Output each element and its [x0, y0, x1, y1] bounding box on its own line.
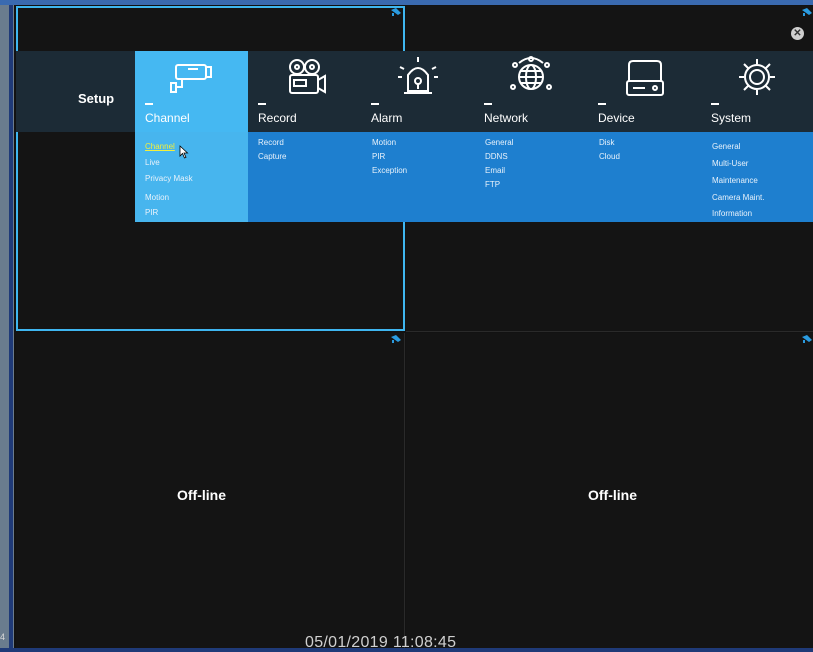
- submenu-item-cloud[interactable]: Cloud: [599, 152, 620, 161]
- submenu-item-channel[interactable]: Channel: [145, 142, 175, 151]
- gear-icon: [701, 55, 813, 99]
- camera-cell-4[interactable]: Off-line: [406, 333, 813, 648]
- tab-device[interactable]: Device: [588, 51, 701, 132]
- mouse-cursor-icon: [179, 145, 189, 164]
- submenu-item-multi-user[interactable]: Multi-User: [712, 159, 748, 168]
- top-frame: [0, 0, 813, 5]
- tab-channel[interactable]: Channel: [135, 51, 248, 132]
- submenu-item-privacy-mask[interactable]: Privacy Mask: [145, 174, 193, 183]
- offline-label: Off-line: [177, 487, 226, 503]
- tab-label: Record: [258, 111, 297, 125]
- tab-label: Alarm: [371, 111, 403, 125]
- tab-label: System: [711, 111, 752, 125]
- submenu-item-system-general[interactable]: General: [712, 142, 740, 151]
- submenu-item-alarm-pir[interactable]: PIR: [372, 152, 385, 161]
- tab-label: Device: [598, 111, 635, 125]
- tab-system[interactable]: System: [701, 51, 813, 132]
- record-indicator-icon: [390, 7, 402, 17]
- tab-record[interactable]: Record: [248, 51, 361, 132]
- submenu-item-information[interactable]: Information: [712, 209, 752, 218]
- offline-label: Off-line: [588, 487, 637, 503]
- left-frame: [0, 0, 14, 652]
- record-indicator-icon: [801, 7, 813, 17]
- submenu-item-motion[interactable]: Motion: [145, 193, 169, 202]
- tab-network[interactable]: Network: [474, 51, 588, 132]
- submenu-item-camera-maint[interactable]: Camera Maint.: [712, 193, 764, 202]
- dvr-screen: Off-line Off-line ✕ Setup Channel Record…: [0, 0, 813, 652]
- submenu-item-pir[interactable]: PIR: [145, 208, 158, 217]
- submenu-item-network-general[interactable]: General: [485, 138, 513, 147]
- submenu-item-email[interactable]: Email: [485, 166, 505, 175]
- submenu-item-record[interactable]: Record: [258, 138, 284, 147]
- camera-icon: [135, 55, 248, 99]
- bottom-frame: [0, 648, 813, 652]
- tab-label: Network: [484, 111, 529, 125]
- close-button[interactable]: ✕: [791, 27, 804, 40]
- record-indicator-icon: [390, 334, 402, 344]
- submenu-item-maintenance[interactable]: Maintenance: [712, 176, 758, 185]
- setup-title: Setup: [78, 91, 115, 106]
- submenu-item-live[interactable]: Live: [145, 158, 160, 167]
- submenu-channel: Channel Live Privacy Mask Motion PIR: [135, 132, 248, 222]
- submenu-item-ddns[interactable]: DDNS: [485, 152, 508, 161]
- record-indicator-icon: [801, 334, 813, 344]
- submenu-item-exception[interactable]: Exception: [372, 166, 407, 175]
- submenu-item-disk[interactable]: Disk: [599, 138, 615, 147]
- submenu-panel: Record Capture Motion PIR Exception Gene…: [248, 132, 813, 222]
- hard-drive-icon: [588, 55, 701, 99]
- submenu-item-capture[interactable]: Capture: [258, 152, 286, 161]
- globe-icon: [474, 55, 588, 99]
- camera-cell-3[interactable]: Off-line: [16, 333, 404, 648]
- tab-label: Channel: [145, 111, 190, 125]
- siren-icon: [361, 55, 474, 99]
- film-camera-icon: [248, 55, 361, 99]
- submenu-item-alarm-motion[interactable]: Motion: [372, 138, 396, 147]
- tab-alarm[interactable]: Alarm: [361, 51, 474, 132]
- channel-number: 4: [0, 632, 6, 642]
- submenu-item-ftp[interactable]: FTP: [485, 180, 500, 189]
